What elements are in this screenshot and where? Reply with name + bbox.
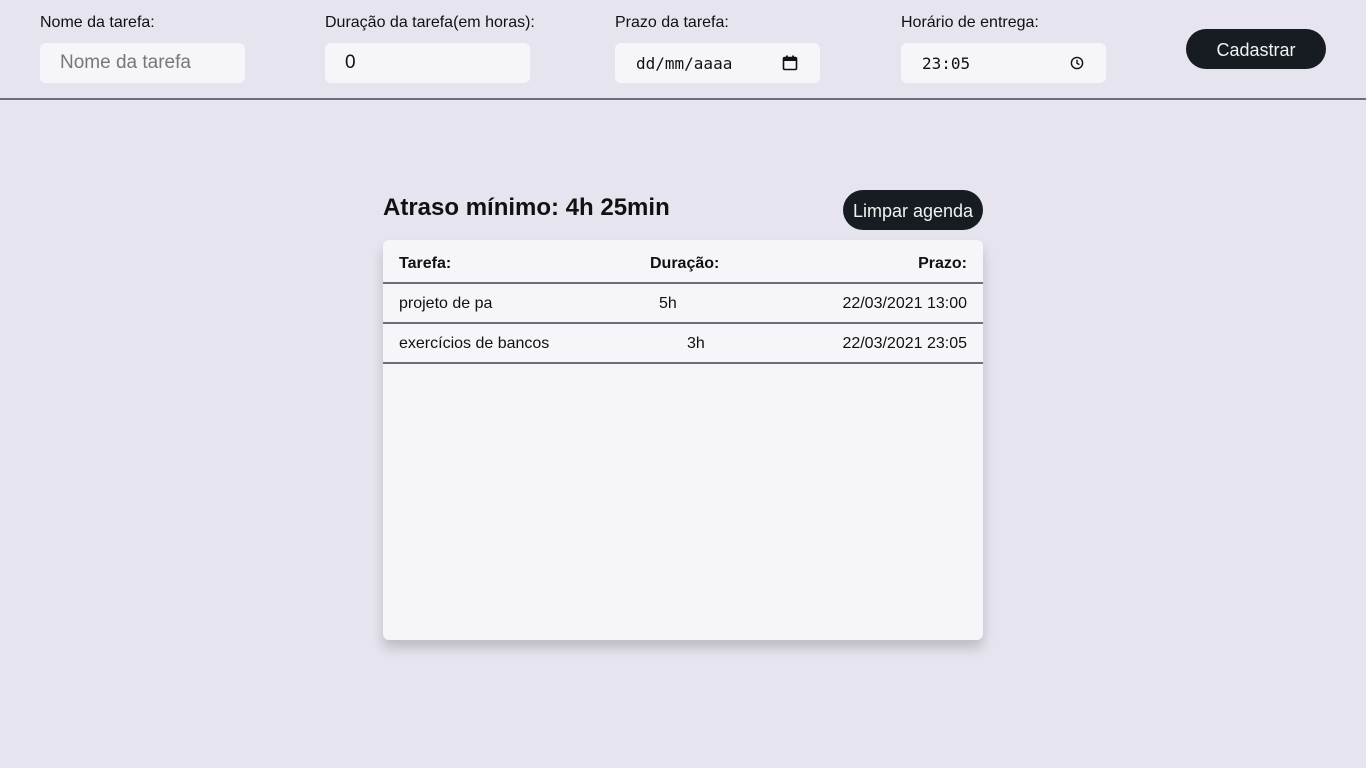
- table-row: projeto de pa 5h 22/03/2021 13:00: [383, 284, 983, 324]
- calendar-icon[interactable]: [782, 55, 798, 71]
- register-button[interactable]: Cadastrar: [1186, 29, 1326, 69]
- task-deadline-cell: 22/03/2021 23:05: [842, 335, 967, 352]
- task-duration-field: Duração da tarefa(em horas):: [325, 14, 535, 83]
- table-header-row: Tarefa: Duração: Prazo:: [383, 244, 983, 284]
- table-row: exercícios de bancos 3h 22/03/2021 23:05: [383, 324, 983, 364]
- header-deadline: Prazo:: [918, 255, 967, 272]
- task-deadline-label: Prazo da tarefa:: [615, 14, 729, 31]
- task-deadline-value: dd/mm/aaaa: [636, 53, 733, 73]
- task-form: Nome da tarefa: Duração da tarefa(em hor…: [0, 0, 1366, 100]
- task-deadline-field: Prazo da tarefa: dd/mm/aaaa: [615, 14, 820, 83]
- task-deadline-cell: 22/03/2021 13:00: [842, 295, 967, 312]
- task-duration-input[interactable]: [325, 43, 530, 83]
- delivery-time-field: Horário de entrega: 23:05: [901, 14, 1106, 83]
- delivery-time-value: 23:05: [922, 53, 971, 73]
- task-name-label: Nome da tarefa:: [40, 14, 155, 31]
- minimum-delay-title: Atraso mínimo: 4h 25min: [383, 194, 670, 221]
- task-name-field: Nome da tarefa:: [40, 14, 245, 83]
- delivery-time-input[interactable]: 23:05: [901, 43, 1106, 83]
- task-duration-cell: 3h: [687, 335, 705, 352]
- delivery-time-label: Horário de entrega:: [901, 14, 1039, 31]
- task-duration-cell: 5h: [659, 295, 677, 312]
- header-task: Tarefa:: [399, 255, 452, 272]
- schedule-table: Tarefa: Duração: Prazo: projeto de pa 5h…: [383, 240, 983, 640]
- task-duration-label: Duração da tarefa(em horas):: [325, 14, 535, 31]
- task-deadline-input[interactable]: dd/mm/aaaa: [615, 43, 820, 83]
- clock-icon[interactable]: [1070, 56, 1084, 70]
- task-name-cell: exercícios de bancos: [399, 335, 550, 352]
- header-duration: Duração:: [650, 255, 720, 272]
- task-name-cell: projeto de pa: [399, 295, 493, 312]
- task-name-input[interactable]: [40, 43, 245, 83]
- clear-schedule-button[interactable]: Limpar agenda: [843, 190, 983, 230]
